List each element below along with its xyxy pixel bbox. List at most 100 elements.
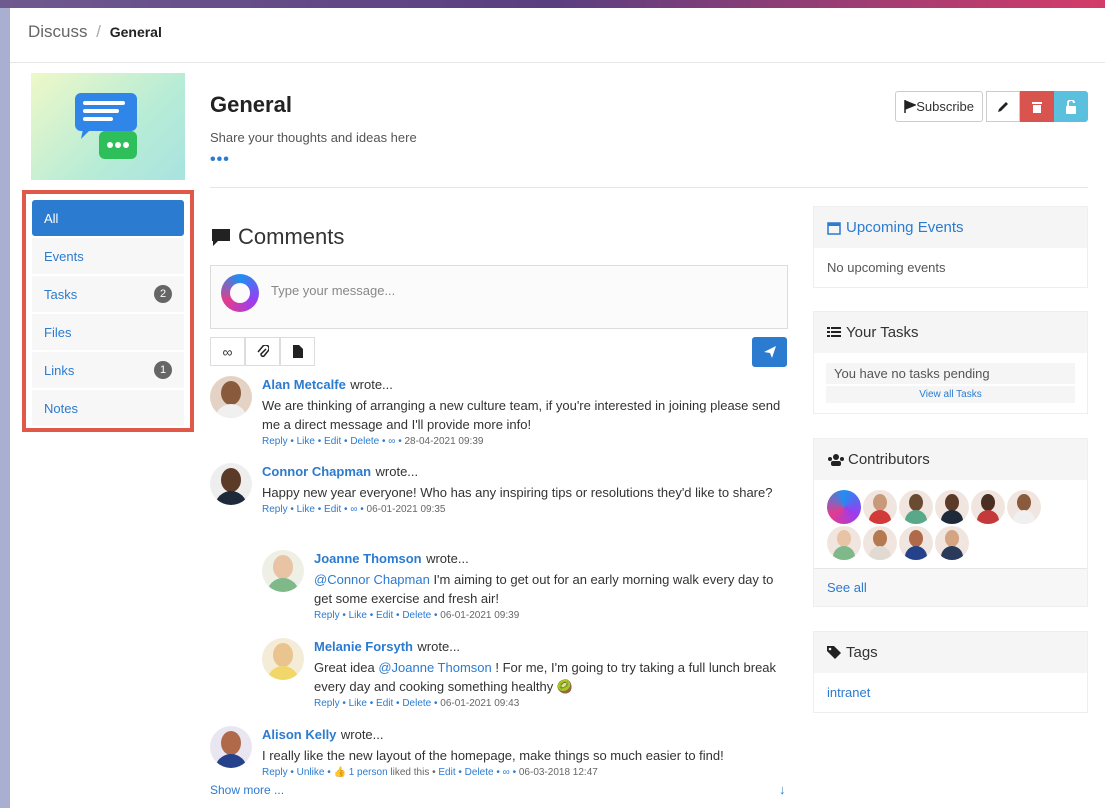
link-icon[interactable]: ∞ (350, 504, 357, 515)
view-all-tasks-link[interactable]: View all Tasks (826, 386, 1075, 403)
lock-button[interactable] (1054, 91, 1088, 122)
comment-author[interactable]: Alan Metcalfe (262, 377, 346, 392)
sidebar-item-label: Notes (44, 400, 78, 416)
message-input[interactable]: Type your message... (210, 265, 788, 329)
comment-text: Great idea @Joanne Thomson ! For me, I'm… (314, 658, 792, 696)
filter-sidebar: All Events Tasks 2 Files Links 1 Notes (22, 190, 194, 432)
sidebar-item-all[interactable]: All (32, 200, 184, 236)
comment-action-links[interactable]: Edit • Delete • (438, 767, 499, 778)
link-icon: ∞ (222, 343, 233, 360)
comment-action-links[interactable]: Reply • Unlike • (262, 767, 331, 778)
comment-wrote: wrote... (340, 727, 384, 742)
contributor-avatar[interactable] (863, 526, 897, 560)
contributor-avatar[interactable] (1007, 490, 1041, 524)
delete-button[interactable] (1020, 91, 1054, 122)
comment-date: 06-01-2021 09:43 (440, 698, 520, 709)
comment-actions: Reply • Like • Edit • ∞ • 06-01-2021 09:… (262, 504, 446, 515)
flag-icon (904, 100, 917, 113)
count-badge: 1 (154, 361, 172, 379)
breadcrumb-separator: / (96, 22, 101, 41)
contributor-avatar[interactable] (899, 490, 933, 524)
comment-author[interactable]: Joanne Thomson (314, 551, 422, 566)
comment-author[interactable]: Connor Chapman (262, 464, 371, 479)
contributors-panel: Contributors See all (813, 438, 1088, 607)
tags-panel: Tags intranet (813, 631, 1088, 713)
comment-text: Happy new year everyone! Who has any ins… (262, 485, 773, 500)
subscribe-label: Subscribe (916, 99, 974, 114)
users-icon (828, 453, 844, 466)
contributor-avatar[interactable] (935, 526, 969, 560)
likes-count[interactable]: 1 person (349, 767, 388, 778)
breadcrumb-root[interactable]: Discuss (28, 22, 88, 41)
insert-link-button[interactable]: ∞ (210, 337, 245, 366)
avatar (210, 726, 252, 768)
attach-file-button[interactable] (280, 337, 315, 366)
comment-author[interactable]: Melanie Forsyth (314, 639, 413, 654)
sidebar-item-label: Files (44, 324, 72, 340)
tasks-empty: You have no tasks pending (826, 363, 1075, 384)
breadcrumb-current: General (109, 24, 162, 40)
contributor-avatar[interactable] (827, 490, 861, 524)
pencil-icon (998, 101, 1008, 112)
user-avatar (221, 274, 259, 312)
sidebar-item-links[interactable]: Links 1 (32, 352, 184, 388)
sidebar-item-label: Links (44, 362, 75, 378)
mention-link[interactable]: @Joanne Thomson (378, 660, 491, 675)
comment-action-links[interactable]: Reply • Like • Edit • Delete • (314, 698, 438, 709)
comment-date: 06-01-2021 09:39 (440, 610, 520, 621)
link-icon[interactable]: ∞ (503, 767, 510, 778)
comment-text: @Connor Chapman I'm aiming to get out fo… (314, 570, 792, 608)
mention-link[interactable]: @Connor Chapman (314, 572, 430, 587)
composer-toolbar: ∞ (210, 337, 315, 366)
comment-text: I really like the new layout of the home… (262, 748, 724, 763)
sidebar-item-events[interactable]: Events (32, 238, 184, 274)
link-icon[interactable]: ∞ (388, 436, 395, 447)
tags-title: Tags (846, 644, 878, 661)
sidebar-item-tasks[interactable]: Tasks 2 (32, 276, 184, 312)
comment-action-links[interactable]: Reply • Like • Edit • (262, 504, 348, 515)
comment-action-links[interactable]: Reply • Like • Edit • Delete • (262, 436, 386, 447)
arrow-down-icon[interactable]: ↓ (779, 782, 786, 797)
avatar (210, 463, 252, 505)
top-accent-bar (0, 0, 1105, 8)
tasks-panel: Your Tasks You have no tasks pending Vie… (813, 311, 1088, 414)
contributor-avatar[interactable] (899, 526, 933, 560)
contributor-avatar[interactable] (935, 490, 969, 524)
send-button[interactable] (752, 337, 787, 367)
content-divider (210, 187, 1088, 188)
comment-actions: Reply • Like • Edit • Delete • ∞ • 28-04… (262, 436, 484, 447)
sidebar-item-label: Events (44, 248, 84, 264)
breadcrumb: Discuss / General (28, 22, 162, 42)
comment-wrote: wrote... (375, 464, 419, 479)
see-all-contributors-link[interactable]: See all (814, 568, 1087, 606)
header-actions: Subscribe (895, 91, 1088, 122)
contributor-avatar[interactable] (971, 490, 1005, 524)
chat-bubbles-icon (75, 93, 137, 159)
comment-action-links[interactable]: Reply • Like • Edit • Delete • (314, 610, 438, 621)
comment-date: 06-03-2018 12:47 (518, 767, 598, 778)
contributor-avatar[interactable] (827, 526, 861, 560)
comment-author[interactable]: Alison Kelly (262, 727, 336, 742)
avatar (210, 376, 252, 418)
subscribe-button[interactable]: Subscribe (895, 91, 983, 122)
attach-button[interactable] (245, 337, 280, 366)
events-title[interactable]: Upcoming Events (846, 219, 964, 236)
contributor-avatar[interactable] (863, 490, 897, 524)
tag-link[interactable]: intranet (814, 673, 1087, 712)
show-more-link[interactable]: Show more ... (210, 783, 284, 797)
comment-date: 28-04-2021 09:39 (404, 436, 484, 447)
tasks-title: Your Tasks (846, 324, 919, 341)
contributors-title: Contributors (848, 451, 930, 468)
tags-panel-header: Tags (814, 632, 1087, 673)
comment-actions: Reply • Unlike • 👍 1 person liked this •… (262, 767, 598, 778)
comment-text: We are thinking of arranging a new cultu… (262, 398, 781, 432)
sidebar-item-files[interactable]: Files (32, 314, 184, 350)
edit-button[interactable] (986, 91, 1020, 122)
sidebar-item-notes[interactable]: Notes (32, 390, 184, 426)
contributors-avatars (814, 480, 1064, 568)
more-options[interactable]: ••• (210, 151, 417, 169)
comment-date: 06-01-2021 09:35 (366, 504, 446, 515)
unlock-icon (1066, 99, 1076, 114)
header-divider (10, 62, 1105, 63)
comments-title: Comments (238, 224, 345, 249)
